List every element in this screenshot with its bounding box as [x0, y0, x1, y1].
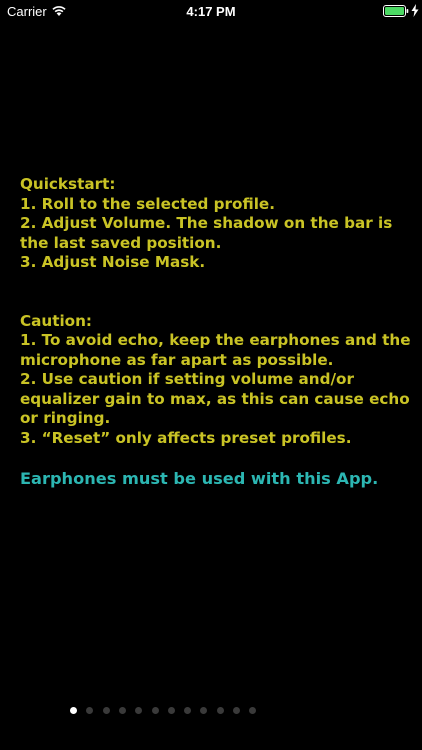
- battery-full-icon: [383, 5, 409, 17]
- page-control[interactable]: [0, 707, 422, 717]
- earphones-warning: Earphones must be used with this App.: [20, 469, 379, 488]
- status-bar: Carrier 4:17 PM: [0, 0, 422, 22]
- page-dot-2[interactable]: [86, 707, 94, 714]
- page-dot-10[interactable]: [216, 707, 224, 714]
- page-dot-8[interactable]: [184, 707, 192, 714]
- page-dot-9[interactable]: [200, 707, 208, 714]
- caution-item-2: 2. Use caution if setting volume and/or …: [20, 370, 410, 427]
- page-dot-12[interactable]: [249, 707, 257, 714]
- caution-heading: Caution:: [20, 311, 92, 330]
- page-dot-1[interactable]: [70, 707, 77, 714]
- charging-bolt-icon: [411, 4, 419, 17]
- caution-item-3: 3. “Reset” only affects preset profiles.: [20, 428, 352, 447]
- quickstart-step-2: 2. Adjust Volume. The shadow on the bar …: [20, 214, 393, 252]
- quickstart-section: Quickstart: 1. Roll to the selected prof…: [20, 175, 412, 273]
- page-dot-6[interactable]: [151, 707, 159, 714]
- page-dot-11[interactable]: [233, 707, 240, 714]
- instructions-panel: Quickstart: 1. Roll to the selected prof…: [20, 175, 412, 490]
- page-dot-5[interactable]: [135, 707, 143, 714]
- caution-section: Caution: 1. To avoid echo, keep the earp…: [20, 312, 412, 449]
- quickstart-step-3: 3. Adjust Noise Mask.: [20, 253, 206, 271]
- status-clock: 4:17 PM: [186, 4, 236, 19]
- page-dot-7[interactable]: [167, 707, 175, 714]
- page-dot-4[interactable]: [118, 707, 126, 714]
- quickstart-step-1: 1. Roll to the selected profile.: [20, 194, 275, 213]
- page-dot-3[interactable]: [102, 707, 110, 714]
- caution-item-1: 1. To avoid echo, keep the earphones and…: [20, 331, 411, 369]
- quickstart-heading: Quickstart:: [20, 175, 116, 193]
